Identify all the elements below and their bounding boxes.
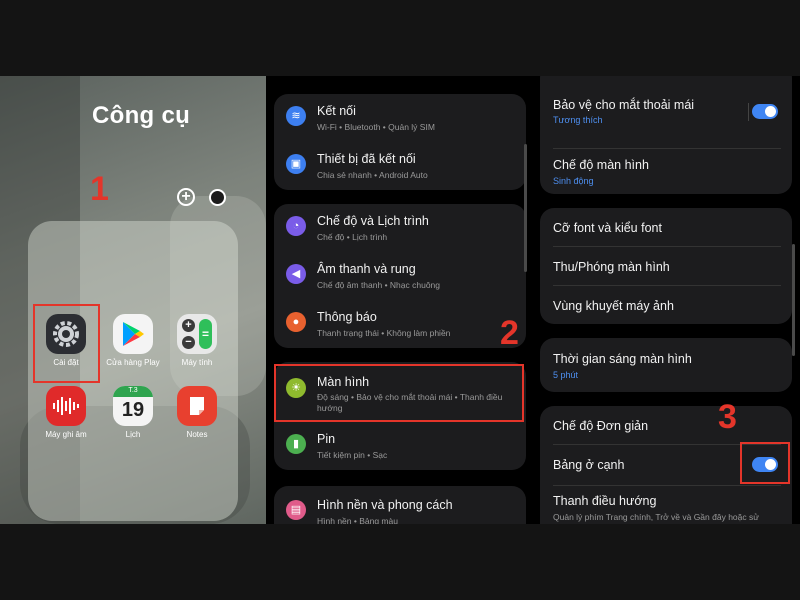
display-group: Bảo vệ cho mắt thoải mái Tương thích Chế… — [540, 76, 792, 194]
settings-item-connections[interactable]: ≋ Kết nối Wi-Fi • Bluetooth • Quản lý SI… — [274, 94, 526, 142]
app-label: Notes — [186, 430, 208, 439]
wifi-icon: ≋ — [286, 106, 306, 126]
settings-item-modes[interactable]: ◔ Chế độ và Lịch trình Chế độ • Lịch trì… — [274, 204, 526, 252]
eye-comfort-toggle[interactable] — [752, 104, 778, 119]
app-calendar[interactable]: T.3 19 Lịch — [98, 386, 168, 439]
app-label: Lịch — [125, 430, 141, 439]
settings-group: ◔ Chế độ và Lịch trình Chế độ • Lịch trì… — [274, 204, 526, 348]
app-voice-recorder[interactable]: Máy ghi âm — [31, 386, 101, 439]
calculator-icon: + − = — [177, 314, 217, 354]
display-settings-panel: Bảo vệ cho mắt thoải mái Tương thích Chế… — [534, 76, 800, 524]
display-group: Cỡ font và kiểu font Thu/Phóng màn hình … — [540, 208, 792, 324]
screen-mode-item[interactable]: Chế độ màn hình Sinh động — [540, 148, 792, 194]
highlight-display-item — [274, 364, 524, 422]
app-label: Máy tính — [181, 358, 213, 367]
bell-icon: ● — [286, 312, 306, 332]
home-screen-panel: Công cụ 1 + Cài đặt Cửa hàng Play + − = … — [0, 76, 266, 524]
app-calculator[interactable]: + − = Máy tính — [162, 314, 232, 367]
settings-panel: ≋ Kết nối Wi-Fi • Bluetooth • Quản lý SI… — [266, 76, 534, 524]
settings-item-battery[interactable]: ▮ Pin Tiết kiệm pin • Sạc — [274, 422, 526, 470]
calendar-icon: T.3 19 — [113, 386, 153, 426]
app-label: Cửa hàng Play — [106, 358, 160, 367]
easy-mode-item[interactable]: Chế độ Đơn giản — [540, 406, 792, 444]
plus-circle-icon[interactable]: + — [177, 188, 195, 206]
settings-item-sound[interactable]: ◀ Âm thanh và rung Chế độ âm thanh • Nhạ… — [274, 252, 526, 300]
highlight-settings-app — [33, 304, 100, 383]
settings-group: ▤ Hình nền và phong cách Hình nền • Bảng… — [274, 486, 526, 524]
battery-icon: ▮ — [286, 434, 306, 454]
settings-item-connected-devices[interactable]: ▣ Thiết bị đã kết nối Chia sẻ nhanh • An… — [274, 142, 526, 190]
display-group: Thời gian sáng màn hình 5 phút — [540, 338, 792, 392]
app-label: Máy ghi âm — [45, 430, 87, 439]
devices-icon: ▣ — [286, 154, 306, 174]
screen-timeout-item[interactable]: Thời gian sáng màn hình 5 phút — [540, 338, 792, 392]
app-notes[interactable]: Notes — [162, 386, 232, 439]
notes-icon — [177, 386, 217, 426]
app-play-store[interactable]: Cửa hàng Play — [98, 314, 168, 367]
font-item[interactable]: Cỡ font và kiểu font — [540, 208, 792, 246]
sound-icon: ◀ — [286, 264, 306, 284]
screenshot-canvas: Công cụ 1 + Cài đặt Cửa hàng Play + − = … — [0, 0, 800, 600]
highlight-edge-panels-toggle — [740, 442, 790, 484]
wallpaper-icon: ▤ — [286, 500, 306, 520]
color-picker-icon[interactable] — [209, 189, 226, 206]
folder-title: Công cụ — [92, 102, 191, 129]
settings-item-notifications[interactable]: ● Thông báo Thanh trạng thái • Không làm… — [274, 300, 526, 348]
scrollbar[interactable] — [524, 144, 527, 272]
eye-comfort-item[interactable]: Bảo vệ cho mắt thoải mái Tương thích — [540, 76, 792, 132]
settings-item-wallpaper[interactable]: ▤ Hình nền và phong cách Hình nền • Bảng… — [274, 488, 526, 524]
step-number-2: 2 — [500, 314, 519, 352]
camera-cutout-item[interactable]: Vùng khuyết máy ảnh — [540, 286, 792, 324]
step-number-3: 3 — [718, 398, 737, 436]
scrollbar[interactable] — [792, 244, 795, 356]
step-number-1: 1 — [90, 170, 109, 208]
settings-group: ≋ Kết nối Wi-Fi • Bluetooth • Quản lý SI… — [274, 94, 526, 190]
voice-recorder-icon — [46, 386, 86, 426]
modes-icon: ◔ — [286, 216, 306, 236]
screen-zoom-item[interactable]: Thu/Phóng màn hình — [540, 247, 792, 285]
play-store-icon — [113, 314, 153, 354]
navigation-bar-item[interactable]: Thanh điều hướng Quản lý phím Trang chín… — [540, 486, 792, 524]
